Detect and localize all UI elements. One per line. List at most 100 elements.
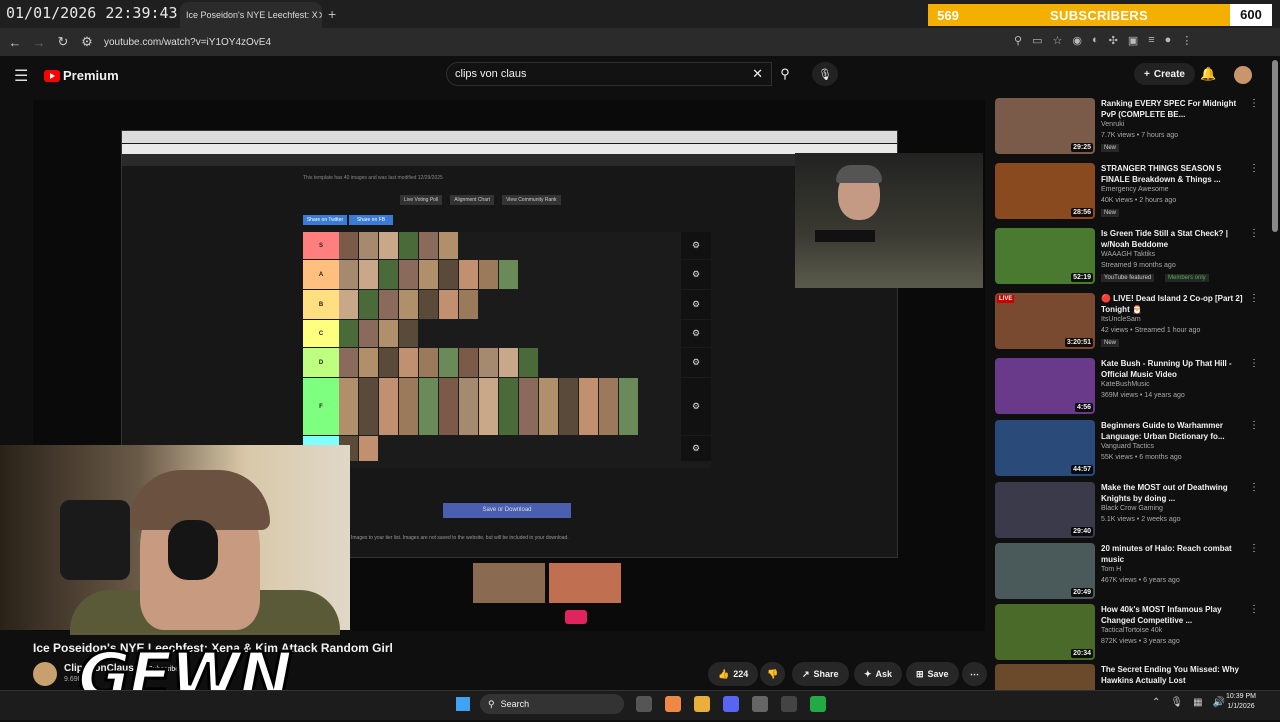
bookmark-star-icon[interactable]: ☆ <box>1052 34 1062 47</box>
search-input[interactable]: clips von claus ✕ <box>446 62 772 86</box>
taskbar-search[interactable]: ⚲ Search <box>480 694 624 714</box>
video-title[interactable]: Beginners Guide to Warhammer Language: U… <box>1101 420 1251 442</box>
tier-image[interactable] <box>339 378 358 435</box>
chrome-icon[interactable] <box>665 696 681 712</box>
like-button[interactable]: 👍 224 <box>708 662 759 686</box>
video-title[interactable]: Kate Bush - Running Up That Hill - Offic… <box>1101 358 1251 380</box>
tier-image[interactable] <box>339 348 358 377</box>
recommended-video[interactable]: LIVE 3:20:51 🔴 LIVE! Dead Island 2 Co-op [… <box>995 293 1265 351</box>
chevron-up-icon[interactable]: ⌃ <box>1152 697 1160 708</box>
more-icon[interactable]: ⋮ <box>1181 34 1192 47</box>
tier-settings-icon[interactable]: ⚙ <box>681 378 711 435</box>
tier-image[interactable] <box>419 290 438 319</box>
tier-image[interactable] <box>399 320 418 347</box>
tier-image[interactable] <box>359 320 378 347</box>
new-tab-icon[interactable]: + <box>328 6 336 22</box>
sidepanel-icon[interactable]: ▣ <box>1128 34 1138 47</box>
tier-image[interactable] <box>339 320 358 347</box>
more-options-icon[interactable]: ⋮ <box>1249 543 1259 554</box>
media-icon[interactable]: ≡ <box>1148 34 1154 47</box>
video-title[interactable]: Make the MOST out of Deathwing Knights b… <box>1101 482 1251 504</box>
tier-settings-icon[interactable]: ⚙ <box>681 320 711 347</box>
tier-label[interactable]: D <box>303 348 339 377</box>
puzzle-icon[interactable]: ✣ <box>1109 34 1118 47</box>
more-actions-button[interactable]: ⋯ <box>962 662 987 686</box>
video-title[interactable]: STRANGER THINGS SEASON 5 FINALE Breakdow… <box>1101 163 1251 185</box>
tier-settings-icon[interactable]: ⚙ <box>681 348 711 377</box>
tier-label[interactable]: C <box>303 320 339 347</box>
tier-image[interactable] <box>399 232 418 259</box>
share-twitter-button[interactable]: Share on Twitter <box>303 215 347 225</box>
tier-image[interactable] <box>379 290 398 319</box>
browser-tab[interactable]: Ice Poseidon's NYE Leechfest: X✕ <box>180 2 322 28</box>
volume-icon[interactable]: 🔊 <box>1213 697 1225 708</box>
tier-image[interactable] <box>399 290 418 319</box>
search-icon[interactable]: ⚲ <box>770 62 800 86</box>
channel-name[interactable]: WAAAGH Taktiks <box>1101 251 1155 258</box>
recommended-video[interactable]: 20:34 How 40k's MOST Infamous Play Change… <box>995 604 1265 662</box>
cast-icon[interactable]: ▭ <box>1032 34 1042 47</box>
tier-image[interactable] <box>519 378 538 435</box>
more-options-icon[interactable]: ⋮ <box>1249 482 1259 493</box>
tier-image[interactable] <box>579 378 598 435</box>
tier-image[interactable] <box>439 232 458 259</box>
tier-image[interactable] <box>359 260 378 289</box>
channel-name[interactable]: Vanguard Tactics <box>1101 443 1154 450</box>
close-tab-icon[interactable]: ✕ <box>318 9 322 22</box>
network-icon[interactable]: ▦ <box>1193 697 1202 708</box>
tier-image[interactable] <box>419 348 438 377</box>
tier-image[interactable] <box>359 232 378 259</box>
tier-image[interactable] <box>499 260 518 289</box>
create-button[interactable]: + Create <box>1134 63 1195 85</box>
file-explorer-icon[interactable] <box>694 696 710 712</box>
video-title[interactable]: Is Green Tide Still a Stat Check? | w/No… <box>1101 228 1251 250</box>
more-options-icon[interactable]: ⋮ <box>1249 98 1259 109</box>
tier-image[interactable] <box>519 348 538 377</box>
tier-image[interactable] <box>479 260 498 289</box>
recommended-video[interactable]: 20:49 20 minutes of Halo: Reach combat mu… <box>995 543 1265 601</box>
tier-label[interactable]: F <box>303 378 339 435</box>
hamburger-menu-icon[interactable]: ☰ <box>14 66 28 86</box>
channel-name[interactable]: Tom H <box>1101 566 1121 573</box>
video-title[interactable]: 20 minutes of Halo: Reach combat music <box>1101 543 1251 565</box>
tier-image[interactable] <box>419 260 438 289</box>
tier-image[interactable] <box>379 232 398 259</box>
tier-image[interactable] <box>499 348 518 377</box>
more-options-icon[interactable]: ⋮ <box>1249 228 1259 239</box>
share-button[interactable]: ↗ Share <box>792 662 849 686</box>
recommended-video[interactable]: 52:19 Is Green Tide Still a Stat Check? |… <box>995 228 1265 286</box>
discord-icon[interactable] <box>723 696 739 712</box>
tier-image[interactable] <box>359 378 378 435</box>
channel-name[interactable]: ItsUncleSam <box>1101 316 1141 323</box>
video-title[interactable]: How 40k's MOST Infamous Play Changed Com… <box>1101 604 1251 626</box>
recommended-video[interactable]: 29:40 Make the MOST out of Deathwing Knig… <box>995 482 1265 540</box>
tier-image[interactable] <box>459 378 478 435</box>
channel-name[interactable]: Venruki <box>1101 121 1124 128</box>
tier-image[interactable] <box>379 348 398 377</box>
extension-icon[interactable]: ◐ <box>1092 34 1099 47</box>
channel-name[interactable]: TacticalTortoise 40k <box>1101 627 1162 634</box>
save-download-button[interactable]: Save or Download <box>443 503 571 518</box>
mic-tray-icon[interactable]: 🎙 <box>1170 697 1183 708</box>
tier-label[interactable]: A <box>303 260 339 289</box>
channel-name[interactable]: Emergency Awesome <box>1101 186 1169 193</box>
more-options-icon[interactable]: ⋮ <box>1249 293 1259 304</box>
taskbar-clock[interactable]: 10:39 PM 1/1/2026 <box>1226 692 1256 712</box>
tier-settings-icon[interactable]: ⚙ <box>681 232 711 259</box>
video-title[interactable]: Ranking EVERY SPEC For Midnight PvP (COM… <box>1101 98 1251 120</box>
channel-name[interactable]: Black Crow Gaming <box>1101 505 1163 512</box>
tier-image[interactable] <box>379 378 398 435</box>
tier-image[interactable] <box>479 348 498 377</box>
more-options-icon[interactable]: ⋮ <box>1249 604 1259 615</box>
end-call-button[interactable] <box>565 610 587 624</box>
tier-image[interactable] <box>379 320 398 347</box>
recommended-video[interactable]: 29:25 Ranking EVERY SPEC For Midnight PvP… <box>995 98 1265 156</box>
tier-image[interactable] <box>499 378 518 435</box>
clock-app-icon[interactable] <box>781 696 797 712</box>
tier-image[interactable] <box>339 290 358 319</box>
terminal-icon[interactable] <box>810 696 826 712</box>
community-rank-button[interactable]: View Community Rank <box>502 195 561 205</box>
tier-image[interactable] <box>399 378 418 435</box>
tier-image[interactable] <box>419 378 438 435</box>
obs-icon[interactable] <box>752 696 768 712</box>
